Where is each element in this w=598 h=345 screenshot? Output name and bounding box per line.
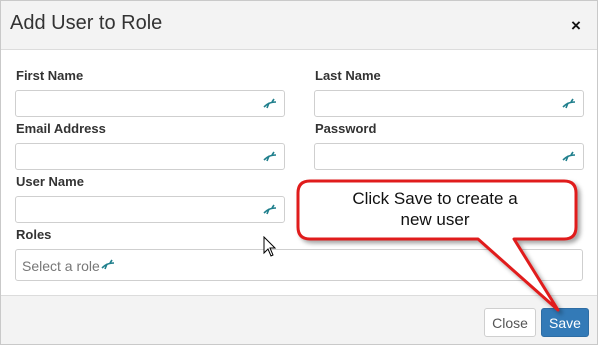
callout-text: Click Save to create a new user xyxy=(306,188,564,230)
roles-select[interactable]: Select a role xyxy=(15,249,583,281)
last-name-label: Last Name xyxy=(315,68,381,83)
email-input[interactable] xyxy=(16,144,284,169)
autofill-icon[interactable] xyxy=(262,149,278,165)
last-name-field[interactable] xyxy=(314,90,584,117)
password-label: Password xyxy=(315,121,377,136)
first-name-input[interactable] xyxy=(16,91,284,116)
callout-line-1: Click Save to create a xyxy=(352,189,518,208)
first-name-label: First Name xyxy=(16,68,84,83)
autofill-icon[interactable] xyxy=(262,96,278,112)
roles-label: Roles xyxy=(16,227,52,242)
roles-placeholder: Select a role xyxy=(22,258,100,274)
dialog-title: Add User to Role xyxy=(10,12,163,34)
autofill-icon[interactable] xyxy=(561,96,577,112)
first-name-field[interactable] xyxy=(15,90,285,117)
add-user-dialog: Add User to Role × First Name Last Name … xyxy=(0,0,598,345)
email-field[interactable] xyxy=(15,143,285,170)
dialog-header: Add User to Role × xyxy=(1,1,597,50)
email-label: Email Address xyxy=(16,121,106,136)
last-name-input[interactable] xyxy=(315,91,583,116)
save-button[interactable]: Save xyxy=(541,308,589,337)
autofill-icon[interactable] xyxy=(262,202,278,218)
close-icon[interactable]: × xyxy=(571,16,581,36)
autofill-icon[interactable] xyxy=(100,257,116,273)
close-button[interactable]: Close xyxy=(484,308,536,337)
autofill-icon[interactable] xyxy=(561,149,577,165)
callout-line-2: new user xyxy=(400,210,470,229)
mouse-pointer-icon xyxy=(263,236,277,257)
user-name-input[interactable] xyxy=(16,197,284,222)
user-name-field[interactable] xyxy=(15,196,285,223)
dialog-footer: Close Save xyxy=(1,295,597,344)
password-input[interactable] xyxy=(315,144,583,169)
user-name-label: User Name xyxy=(16,174,84,189)
password-field[interactable] xyxy=(314,143,584,170)
